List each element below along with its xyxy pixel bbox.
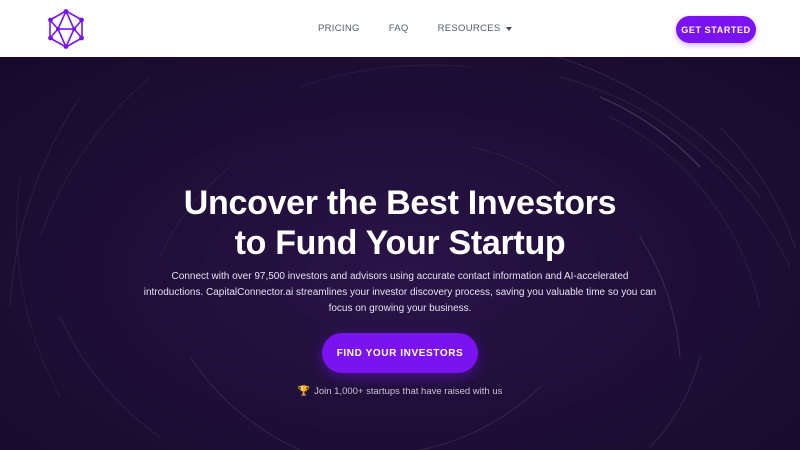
find-your-investors-button[interactable]: FIND YOUR INVESTORS	[322, 333, 478, 373]
hero-section: Uncover the Best Investors to Fund Your …	[0, 57, 800, 450]
hero-description: Connect with over 97,500 investors and a…	[140, 269, 660, 317]
hero-description-line1: Connect with over 97,500 investors and a…	[171, 271, 629, 282]
main-nav: PRICING FAQ RESOURCES	[318, 0, 513, 57]
nav-link-pricing[interactable]: PRICING	[318, 23, 360, 34]
network-polyhedron-icon[interactable]	[47, 9, 85, 49]
hero-description-line3: focus on growing your business.	[328, 303, 472, 314]
hero-headline: Uncover the Best Investors to Fund Your …	[0, 183, 800, 263]
nav-link-faq[interactable]: FAQ	[389, 23, 409, 34]
navbar: PRICING FAQ RESOURCES GET STARTED	[0, 0, 800, 57]
caret-down-icon	[506, 27, 513, 31]
nav-link-resources-label: RESOURCES	[437, 23, 501, 34]
get-started-button[interactable]: GET STARTED	[676, 16, 756, 43]
social-proof: 🏆 Join 1,000+ startups that have raised …	[0, 386, 800, 397]
hero-headline-line1: Uncover the Best Investors	[183, 184, 617, 222]
nav-dropdown-resources[interactable]: RESOURCES	[438, 23, 513, 34]
trophy-icon: 🏆	[297, 386, 311, 397]
hero-headline-line2: to Fund Your Startup	[234, 224, 566, 262]
hero-description-line2: introductions. CapitalConnector.ai strea…	[143, 287, 657, 298]
social-proof-text: Join 1,000+ startups that have raised wi…	[314, 386, 503, 397]
